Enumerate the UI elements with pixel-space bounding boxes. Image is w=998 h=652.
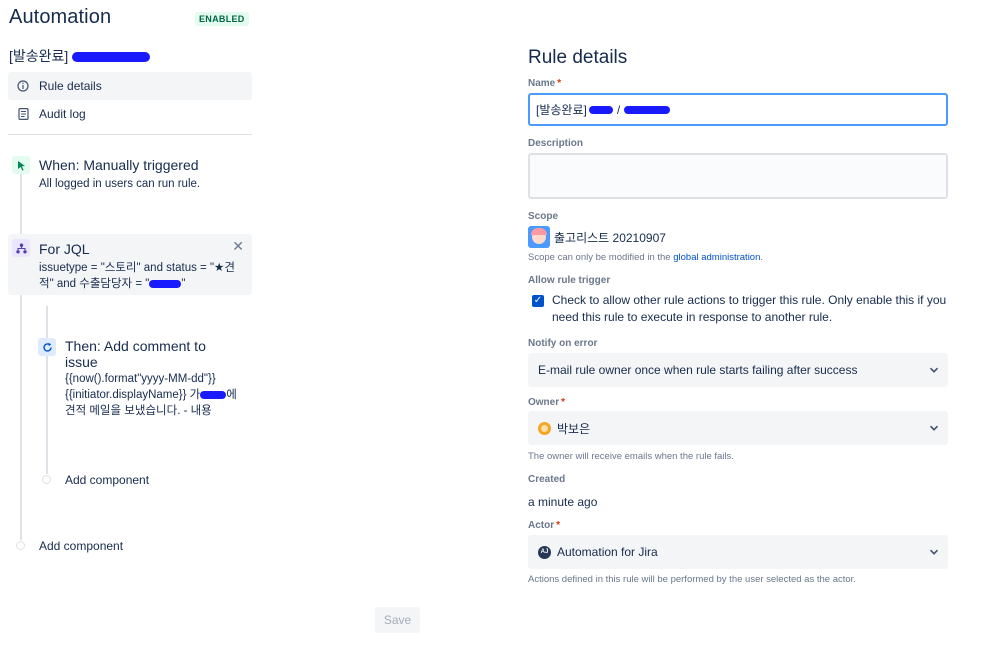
scope-helper-end: .	[760, 252, 764, 263]
refresh-icon	[38, 338, 56, 356]
trigger-step[interactable]: When: Manually triggered All logged in u…	[39, 157, 200, 192]
chevron-down-icon	[929, 549, 939, 555]
actor-select[interactable]: AJ Automation for Jira	[528, 535, 948, 569]
add-component-outer-button[interactable]: Add component	[39, 539, 123, 553]
trigger-title: When: Manually triggered	[39, 157, 199, 173]
branch-icon	[12, 239, 30, 257]
info-icon	[16, 79, 30, 93]
name-label-text: Name	[528, 78, 556, 89]
branch-content: For JQL issuetype = "스토리" and status = "…	[39, 241, 251, 292]
allow-trigger-label: Allow rule trigger	[528, 275, 611, 286]
flow-line-branch	[46, 306, 48, 474]
action-step[interactable]: Then: Add comment to issue {{now().forma…	[65, 338, 250, 419]
left-panel: Automation ENABLED [발송완료] Rule details A…	[0, 0, 262, 652]
redacted-scribble	[72, 52, 151, 63]
owner-select[interactable]: 박보은	[528, 411, 948, 445]
actor-label-text: Actor	[528, 520, 555, 531]
action-title-line1: Then: Add comment to	[65, 338, 206, 354]
notify-label: Notify on error	[528, 338, 598, 349]
redacted-scribble	[588, 105, 613, 114]
sidebar-item-label: Audit log	[39, 107, 86, 121]
allow-trigger-row: ✓ Check to allow other rule actions to t…	[532, 292, 948, 326]
sidebar-item-audit-log[interactable]: Audit log	[8, 100, 252, 128]
branch-title: For JQL	[39, 241, 90, 257]
trigger-description: All logged in users can run rule.	[39, 178, 201, 190]
document-icon	[16, 107, 30, 121]
description-label: Description	[528, 138, 584, 149]
project-avatar	[528, 226, 550, 248]
redacted-scribble	[200, 390, 227, 399]
branch-description-line1: issuetype = "스토리" and status = "★견	[39, 262, 235, 274]
action-desc-text-end: 에	[226, 389, 237, 401]
required-marker: *	[557, 78, 562, 89]
branch-desc-text: 적" and 수출담당자 = "	[39, 278, 150, 290]
actor-helper: Actions defined in this rule will be per…	[528, 574, 856, 585]
action-description-line3: 견적 메일을 보냈습니다. - 내용	[65, 405, 212, 417]
divider	[8, 134, 252, 135]
avatar	[538, 421, 551, 435]
created-label: Created	[528, 474, 566, 485]
description-textarea[interactable]	[528, 153, 948, 199]
scope-value-text: 출고리스트 20210907	[554, 230, 666, 245]
redacted-scribble	[624, 105, 671, 114]
action-title-line2: issue	[65, 354, 98, 370]
owner-label-text: Owner	[528, 397, 560, 408]
action-description-line1: {{now().format"yyyy-MM-dd"}}	[65, 373, 216, 385]
save-button[interactable]: Save	[375, 607, 420, 633]
app-title: Automation	[9, 6, 112, 28]
rule-name-prefix: [발송완료]	[9, 48, 69, 64]
sidebar-item-label: Rule details	[39, 79, 102, 93]
chevron-down-icon	[929, 367, 939, 373]
owner-label: Owner *	[528, 397, 565, 408]
required-marker: *	[556, 520, 561, 531]
name-input[interactable]: [발송완료] /	[528, 93, 948, 126]
scope-helper-text: Scope can only be modified in the	[528, 252, 671, 263]
flow-line-main	[20, 172, 22, 540]
branch-desc-tail: "	[181, 278, 186, 290]
add-component-dot	[16, 541, 25, 550]
created-value: a minute ago	[528, 495, 598, 509]
scope-label: Scope	[528, 211, 559, 222]
cursor-click-icon	[12, 156, 30, 174]
page-title: Rule details	[528, 47, 628, 68]
sidebar-item-rule-details[interactable]: Rule details	[8, 72, 252, 100]
notify-select[interactable]: E-mail rule owner once when rule starts …	[528, 353, 948, 387]
name-separator: /	[616, 102, 621, 117]
actor-label: Actor *	[528, 520, 560, 531]
global-administration-link[interactable]: global administration	[673, 252, 760, 263]
allow-trigger-text: Check to allow other rule actions to tri…	[552, 293, 947, 324]
actor-value: Automation for Jira	[557, 545, 658, 559]
chevron-down-icon	[929, 425, 939, 431]
name-label: Name *	[528, 78, 561, 89]
action-desc-text: {{initiator.displayName}} 가	[65, 389, 201, 401]
add-component-dot	[42, 475, 51, 484]
automation-avatar: AJ	[538, 545, 551, 559]
redacted-scribble	[149, 279, 182, 288]
required-marker: *	[561, 397, 566, 408]
branch-description-line2: 적" and 수출담당자 = " "	[39, 276, 251, 292]
notify-value: E-mail rule owner once when rule starts …	[538, 363, 858, 377]
action-description-line2: {{initiator.displayName}} 가 에	[65, 387, 250, 403]
rule-name-heading: [발송완료]	[9, 46, 151, 66]
scope-value: 출고리스트 20210907	[528, 226, 666, 248]
owner-helper: The owner will receive emails when the r…	[528, 451, 734, 462]
scope-helper: Scope can only be modified in the global…	[528, 252, 763, 263]
name-input-value: [발송완료]	[536, 103, 587, 117]
status-badge: ENABLED	[195, 12, 249, 26]
add-component-inner-button[interactable]: Add component	[65, 473, 149, 487]
owner-value: 박보은	[557, 421, 591, 436]
allow-trigger-checkbox[interactable]: ✓	[532, 295, 544, 307]
